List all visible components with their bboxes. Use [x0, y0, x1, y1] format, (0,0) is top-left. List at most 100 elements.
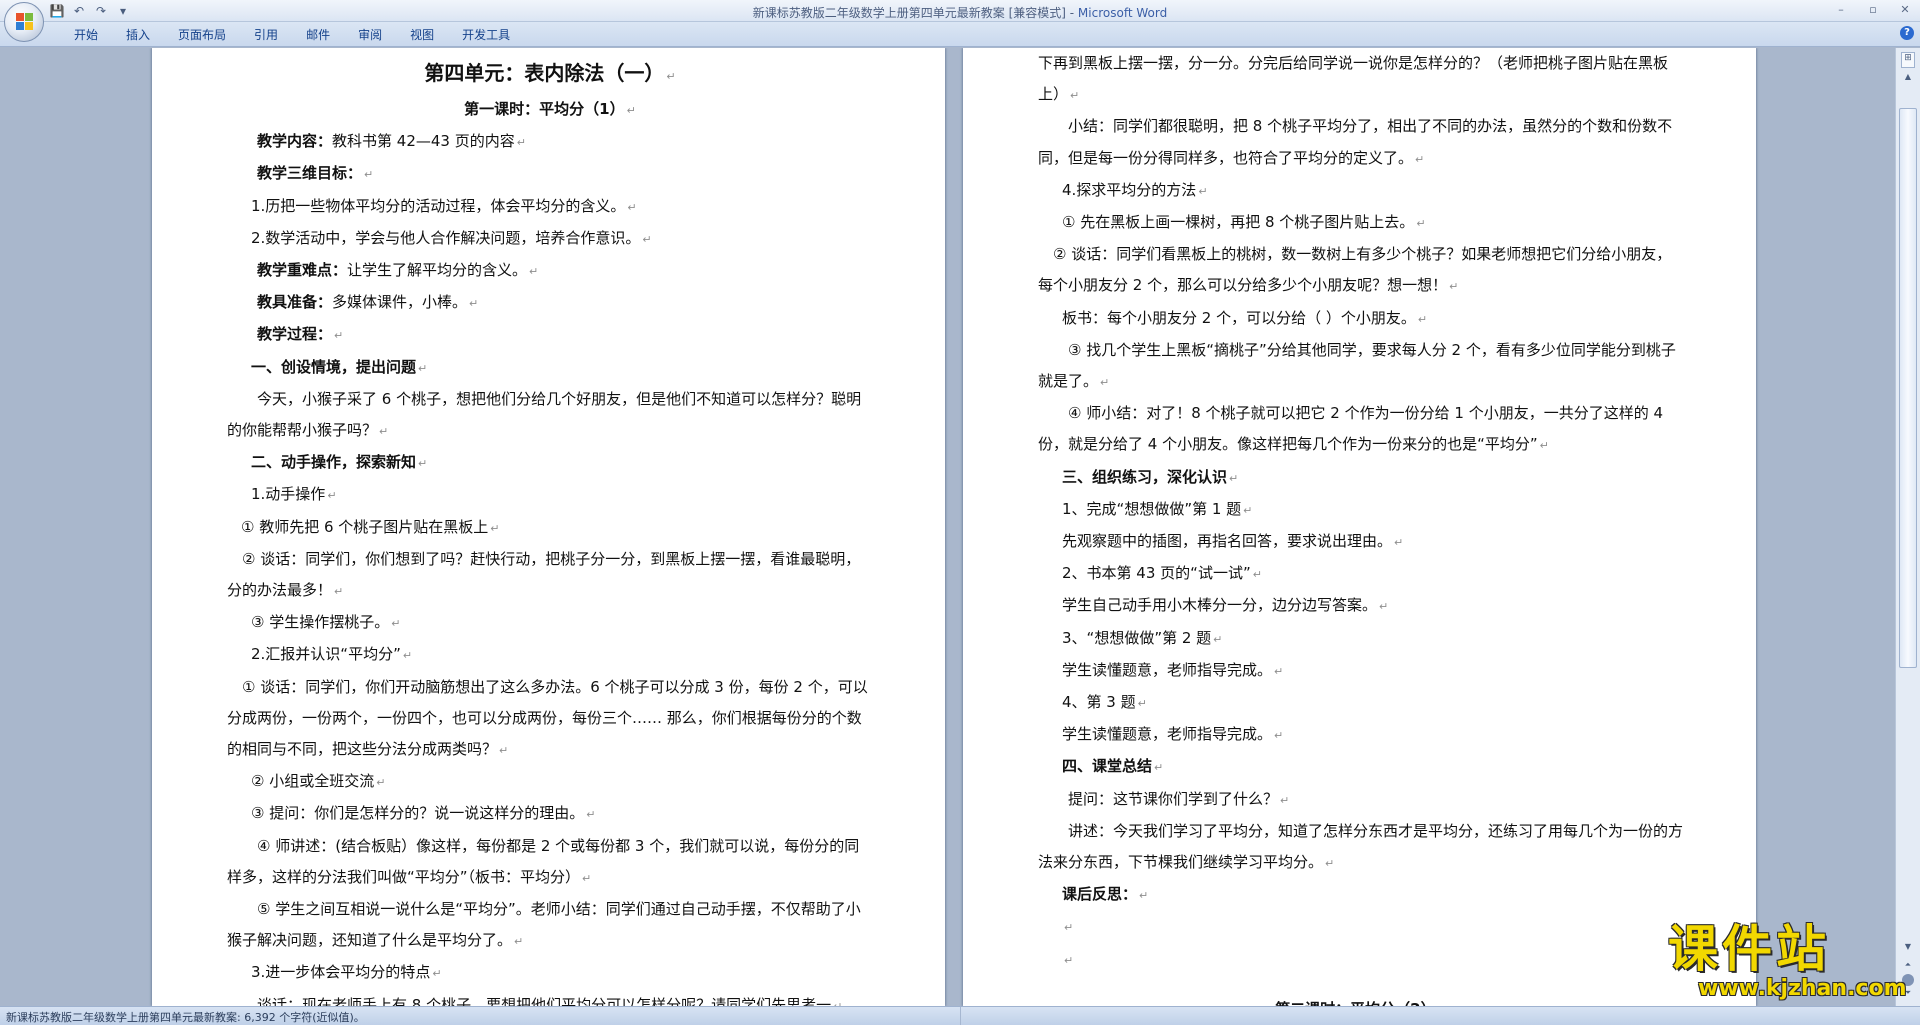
document-name: 新课标苏教版二年级数学上册第四单元最新教案 [兼容模式] -: [752, 6, 1078, 20]
view-ruler-button[interactable]: ⊞: [1901, 52, 1915, 68]
paragraph-mark-icon: ↵: [1064, 953, 1074, 967]
objective-item: 1.历把一些物体平均分的活动过程，体会平均分的含义。 ↵: [227, 191, 873, 223]
paragraph-mark-icon: ↵: [642, 232, 652, 246]
ribbon-tab[interactable]: 邮件: [292, 27, 344, 43]
teaching-aids-label: 教具准备：: [257, 293, 333, 312]
teaching-content-label: 教学内容：: [257, 132, 333, 151]
step-heading: 1.动手操作 ↵: [227, 479, 873, 511]
teaching-aids: 教具准备：多媒体课件，小棒。 ↵: [227, 287, 873, 319]
empty-paragraph: ↵: [1038, 944, 1684, 976]
list-item: ③ 学生操作摆桃子。 ↵: [227, 607, 873, 639]
lesson-title: 第二课时：平均分（2）↵: [1038, 994, 1684, 1006]
paragraph-mark-icon: ↵: [376, 776, 386, 790]
summary-paragraph-text: 小结：同学们都很聪明，把 8 个桃子平均分了，相出了不同的办法，虽然分的个数和份…: [1038, 117, 1673, 167]
paragraph-mark-icon: ↵: [391, 617, 401, 631]
list-item: ⑤ 学生之间互相说一说什么是“平均分”。老师小结：同学们通过自己动手摆，不仅帮助…: [227, 894, 873, 957]
vertical-scrollbar[interactable]: ⊞ ▲ ▼ ⏶ ⏷: [1895, 48, 1920, 1006]
ribbon-tab-bar: 开始 插入 页面布局 引用 邮件 审阅 视图 开发工具 ?: [0, 22, 1920, 47]
paragraph-mark-icon: ↵: [1539, 439, 1549, 453]
restore-button[interactable]: ▫: [1864, 2, 1882, 18]
exercise-item: 1、完成“想想做做”第 1 题 ↵: [1038, 494, 1684, 526]
step-heading-text: 4.探求平均分的方法: [1062, 180, 1197, 199]
paragraph-mark-icon: ↵: [1137, 697, 1147, 711]
paragraph-text: 提问：这节课你们学到了什么？: [1068, 789, 1279, 808]
list-item-text: ① 教师先把 6 个桃子图片贴在黑板上: [241, 517, 489, 536]
exercise-item: 2、书本第 43 页的“试一试” ↵: [1038, 558, 1684, 590]
list-item-text: ③ 学生操作摆桃子。: [251, 613, 390, 632]
scroll-thumb[interactable]: [1899, 108, 1917, 668]
list-item: ② 谈话：同学们看黑板上的桃树，数一数树上有多少个桃子？如果老师想把它们分给小朋…: [1038, 239, 1684, 302]
document-page-1[interactable]: 第四单元：表内除法（一） ↵ 第一课时：平均分（1） ↵ 教学内容：教科书第 42—43…: [152, 48, 945, 1006]
ribbon-tab[interactable]: 插入: [112, 27, 164, 43]
paragraph-mark-icon: ↵: [1449, 280, 1459, 294]
exercise-detail: 学生读懂题意，老师指导完成。 ↵: [1038, 719, 1684, 751]
ribbon-tab[interactable]: 视图: [396, 27, 448, 43]
unit-title: 第四单元：表内除法（一） ↵: [227, 56, 873, 94]
office-button[interactable]: [4, 2, 44, 42]
teaching-aids-text: 多媒体课件，小棒。: [332, 293, 468, 312]
list-item-text: ② 谈话：同学们，你们想到了吗？赶快行动，把桃子分一分，到黑板上摆一摆，看谁最聪…: [227, 549, 861, 600]
document-page-2[interactable]: 下再到黑板上摆一摆，分一分。分完后给同学说一说你是怎样分的？（老师把桃子图片贴在…: [963, 48, 1756, 1006]
step-heading: 4.探求平均分的方法 ↵: [1038, 175, 1684, 207]
paragraph: 下再到黑板上摆一摆，分一分。分完后给同学说一说你是怎样分的？（老师把桃子图片贴在…: [1038, 48, 1684, 111]
board-writing: 板书：每个小朋友分 2 个，可以分给（ ）个小朋友。 ↵: [1038, 303, 1684, 335]
exercise-item: 3、“想想做做”第 2 题 ↵: [1038, 623, 1684, 655]
paragraph-mark-icon: ↵: [334, 585, 344, 599]
title-bar: 💾 ↶ ↷ ▾ 新课标苏教版二年级数学上册第四单元最新教案 [兼容模式] - M…: [0, 0, 1920, 22]
paragraph-mark-icon: ↵: [1416, 217, 1426, 231]
section-heading: 四、课堂总结 ↵: [1038, 751, 1684, 783]
ribbon-tab[interactable]: 页面布局: [164, 27, 240, 43]
list-item: ② 小组或全班交流 ↵: [227, 766, 873, 798]
section-heading: 三、组织练习，深化认识 ↵: [1038, 462, 1684, 494]
paragraph: 提问：这节课你们学到了什么？ ↵: [1038, 784, 1684, 816]
exercise-item-text: 4、第 3 题: [1062, 693, 1136, 712]
ribbon-tab[interactable]: 开始: [60, 27, 112, 43]
ribbon-tab[interactable]: 开发工具: [448, 27, 524, 43]
ribbon-tab[interactable]: 审阅: [344, 27, 396, 43]
list-item: ① 先在黑板上画一棵树，再把 8 个桃子图片贴上去。 ↵: [1038, 207, 1684, 239]
paragraph-mark-icon: ↵: [1394, 536, 1404, 550]
paragraph-mark-icon: ↵: [1100, 376, 1110, 390]
lesson-title: 第一课时：平均分（1） ↵: [227, 94, 873, 126]
help-icon[interactable]: ?: [1900, 26, 1914, 40]
paragraph-mark-icon: ↵: [327, 489, 337, 503]
paragraph-mark-icon: ↵: [364, 168, 374, 182]
minimize-button[interactable]: –: [1832, 2, 1850, 18]
paragraph-mark-icon: ↵: [582, 871, 592, 885]
summary-paragraph: 小结：同学们都很聪明，把 8 个桃子平均分了，相出了不同的办法，虽然分的个数和份…: [1038, 111, 1684, 174]
exercise-detail: 学生自己动手用小木棒分一分，边分边写答案。 ↵: [1038, 590, 1684, 622]
list-item: ① 谈话：同学们，你们开动脑筋想出了这么多办法。6 个桃子可以分成 3 份，每份…: [227, 672, 873, 767]
scroll-up-arrow-icon[interactable]: ▲: [1901, 72, 1915, 86]
step-heading-text: 3.进一步体会平均分的特点: [251, 963, 431, 982]
list-item-text: ⑤ 学生之间互相说一说什么是“平均分”。老师小结：同学们通过自己动手摆，不仅帮助…: [227, 900, 861, 950]
empty-paragraph: ↵: [1038, 911, 1684, 943]
page-1-content: 第四单元：表内除法（一） ↵ 第一课时：平均分（1） ↵ 教学内容：教科书第 42—43…: [227, 56, 873, 1006]
board-writing-text: 板书：每个小朋友分 2 个，可以分给（ ）个小朋友。: [1062, 308, 1416, 327]
paragraph-mark-icon: ↵: [379, 425, 389, 439]
section-heading-text: 二、动手操作，探索新知: [251, 453, 417, 472]
paragraph-mark-icon: ↵: [1198, 184, 1208, 198]
objective-item-text: 1.历把一些物体平均分的活动过程，体会平均分的含义。: [251, 196, 626, 215]
paragraph-mark-icon: ↵: [418, 361, 428, 375]
paragraph-mark-icon: ↵: [1325, 857, 1335, 871]
paragraph-mark-icon: ↵: [469, 297, 479, 311]
window-controls: – ▫ ✕: [1832, 2, 1914, 18]
paragraph-mark-icon: ↵: [418, 457, 428, 471]
paragraph-mark-icon: ↵: [1274, 664, 1284, 678]
paragraph-mark-icon: ↵: [1064, 921, 1074, 935]
unit-title-text: 第四单元：表内除法（一）: [424, 61, 665, 85]
paragraph-text: 谈话：现在老师手上有 8 个桃子，要想把他们平均分可以怎样分呢？请同学们先思考一: [257, 995, 832, 1006]
objective-item: 2.数学活动中，学会与他人合作解决问题，培养合作意识。 ↵: [227, 223, 873, 255]
document-area[interactable]: 第四单元：表内除法（一） ↵ 第一课时：平均分（1） ↵ 教学内容：教科书第 42—43…: [0, 48, 1895, 1006]
exercise-detail: 先观察题中的插图，再指名回答，要求说出理由。 ↵: [1038, 526, 1684, 558]
objectives-heading: 教学三维目标： ↵: [227, 158, 873, 190]
list-item: ③ 提问：你们是怎样分的？说一说这样分的理由。 ↵: [227, 798, 873, 830]
list-item: ④ 师小结：对了！8 个桃子就可以把它 2 个作为一份分给 1 个小朋友，一共分…: [1038, 398, 1684, 461]
close-button[interactable]: ✕: [1896, 2, 1914, 18]
exercise-item-text: 2、书本第 43 页的“试一试”: [1062, 564, 1251, 583]
process-heading: 教学过程： ↵: [227, 319, 873, 351]
paragraph-mark-icon: ↵: [1213, 632, 1223, 646]
list-item-text: ③ 提问：你们是怎样分的？说一说这样分的理由。: [251, 804, 585, 823]
ribbon-tab[interactable]: 引用: [240, 27, 292, 43]
